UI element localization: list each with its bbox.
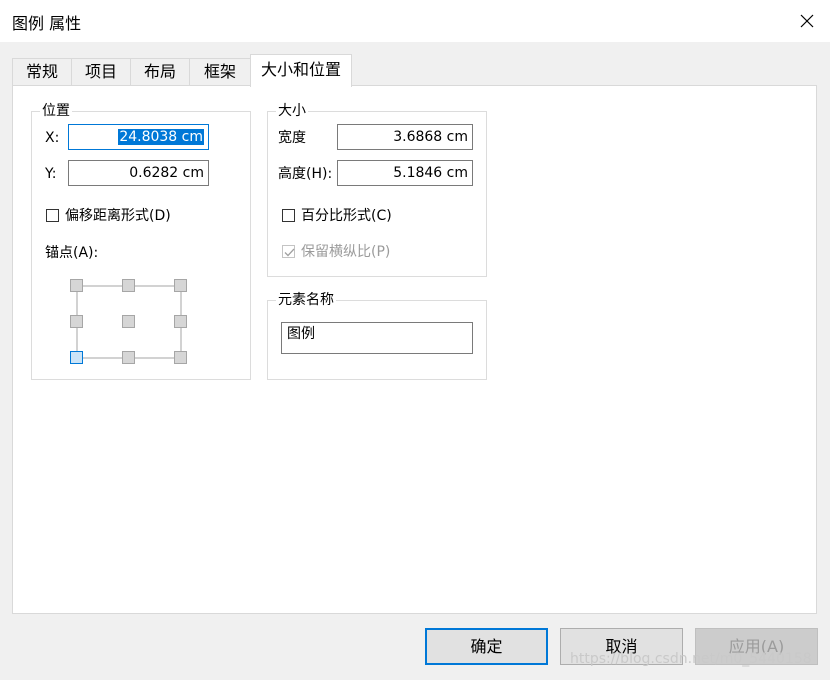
anchor-middle-right[interactable] — [174, 315, 187, 328]
height-input[interactable]: 5.1846 cm — [337, 160, 473, 186]
anchor-center[interactable] — [122, 315, 135, 328]
tab-frame[interactable]: 框架 — [189, 58, 251, 86]
height-label: 高度(H): — [278, 166, 333, 182]
width-input[interactable]: 3.6868 cm — [337, 124, 473, 150]
title-bar: 图例 属性 — [0, 0, 830, 42]
anchor-diagram — [68, 278, 192, 368]
close-button[interactable] — [784, 0, 830, 42]
checkmark-icon — [284, 248, 295, 257]
anchor-label: 锚点(A): — [45, 245, 99, 261]
offset-checkbox-label[interactable]: 偏移距离形式(D) — [65, 207, 171, 225]
element-name-input[interactable]: 图例 — [281, 322, 473, 354]
x-label: X: — [45, 130, 60, 146]
anchor-top-left[interactable] — [70, 279, 83, 292]
anchor-top-center[interactable] — [122, 279, 135, 292]
element-name-group-title: 元素名称 — [276, 291, 336, 309]
keep-ratio-checkbox[interactable] — [282, 245, 295, 258]
ok-button[interactable]: 确定 — [425, 628, 548, 665]
anchor-bottom-left[interactable] — [70, 351, 83, 364]
close-icon — [800, 14, 814, 28]
x-input[interactable]: 24.8038 cm — [68, 124, 209, 150]
width-label: 宽度 — [278, 130, 306, 146]
percent-checkbox[interactable] — [282, 209, 295, 222]
tab-general[interactable]: 常规 — [12, 58, 72, 86]
percent-checkbox-label[interactable]: 百分比形式(C) — [301, 207, 392, 225]
keep-ratio-label[interactable]: 保留横纵比(P) — [301, 243, 390, 261]
tab-size-position[interactable]: 大小和位置 — [250, 54, 352, 87]
position-group-title: 位置 — [40, 102, 72, 120]
size-group-title: 大小 — [276, 102, 308, 120]
offset-checkbox[interactable] — [46, 209, 59, 222]
x-value: 24.8038 cm — [118, 129, 204, 145]
y-label: Y: — [45, 166, 57, 182]
anchor-bottom-right[interactable] — [174, 351, 187, 364]
anchor-middle-left[interactable] — [70, 315, 83, 328]
watermark: https://blog.csdn.net/m0_5440158 — [570, 651, 812, 667]
anchor-top-right[interactable] — [174, 279, 187, 292]
y-input[interactable]: 0.6282 cm — [68, 160, 209, 186]
tab-layout[interactable]: 布局 — [130, 58, 190, 86]
tab-items[interactable]: 项目 — [71, 58, 131, 86]
anchor-bottom-center[interactable] — [122, 351, 135, 364]
window-title: 图例 属性 — [12, 14, 82, 33]
